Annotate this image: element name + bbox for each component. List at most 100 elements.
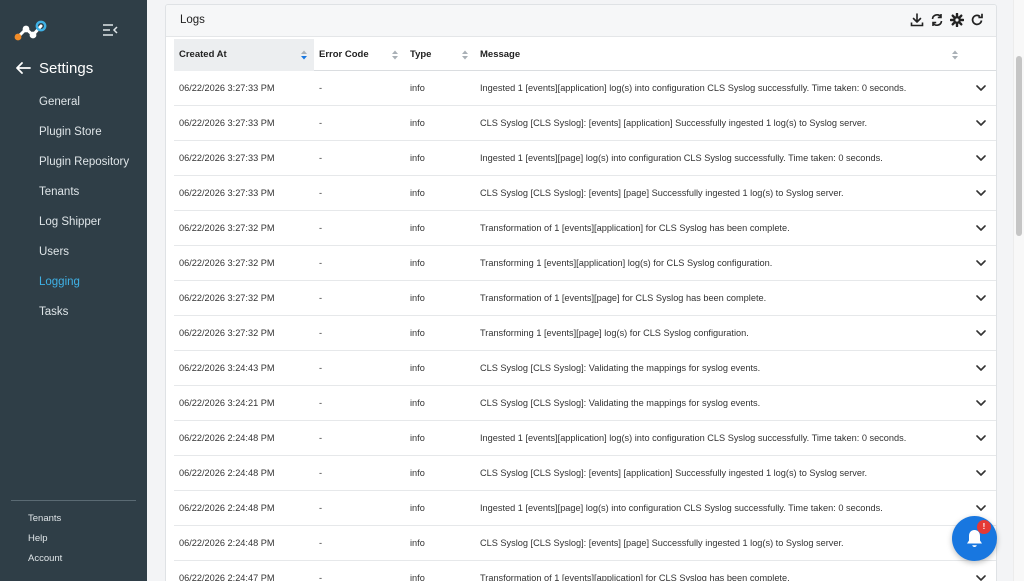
chevron-down-icon[interactable] — [976, 364, 986, 372]
cell-created-at: 06/22/2026 2:24:48 PM — [179, 468, 275, 478]
cell-error-code: - — [319, 188, 323, 198]
logs-toolbar — [910, 13, 984, 27]
logs-table-body: 06/22/2026 3:27:33 PM - info Ingested 1 [ev… — [174, 71, 996, 581]
settings-nav: General Plugin Store Plugin Repository T… — [0, 87, 147, 327]
sidebar-item-tenants[interactable]: Tenants — [0, 177, 147, 207]
sidebar-item-tasks[interactable]: Tasks — [0, 297, 147, 327]
logs-panel: Logs Created At Error Code Type Message … — [165, 4, 997, 581]
app-logo-icon[interactable] — [14, 19, 48, 43]
sidebar-item-general[interactable]: General — [0, 87, 147, 117]
notification-badge: ! — [977, 520, 991, 534]
cell-type: info — [410, 258, 425, 268]
cell-error-code: - — [319, 118, 323, 128]
cell-created-at: 06/22/2026 3:27:33 PM — [179, 118, 275, 128]
chevron-down-icon[interactable] — [976, 469, 986, 477]
cell-message: Transformation of 1 [events][application… — [480, 573, 790, 581]
column-header-type[interactable]: Type — [405, 39, 475, 71]
sort-icon — [392, 50, 398, 60]
chevron-down-icon[interactable] — [976, 84, 986, 92]
table-row[interactable]: 06/22/2026 2:24:48 PM - info CLS Syslog [CL… — [174, 456, 996, 491]
cell-created-at: 06/22/2026 3:27:32 PM — [179, 328, 275, 338]
cell-message: Transformation of 1 [events][page] for C… — [480, 293, 767, 303]
sidebar: Settings General Plugin Store Plugin Rep… — [0, 0, 147, 581]
cell-message: CLS Syslog [CLS Syslog]: [events] [appli… — [480, 118, 868, 128]
chevron-down-icon[interactable] — [976, 399, 986, 407]
cell-created-at: 06/22/2026 3:27:33 PM — [179, 83, 275, 93]
table-row[interactable]: 06/22/2026 3:27:32 PM - info Transforming 1… — [174, 246, 996, 281]
cell-message: CLS Syslog [CLS Syslog]: [events] [appli… — [480, 468, 868, 478]
sidebar-item-plugin-store[interactable]: Plugin Store — [0, 117, 147, 147]
cell-type: info — [410, 503, 425, 513]
cell-error-code: - — [319, 223, 323, 233]
table-row[interactable]: 06/22/2026 3:27:32 PM - info Transforming 1… — [174, 316, 996, 351]
notifications-button[interactable]: ! — [952, 516, 997, 561]
cell-message: Transforming 1 [events][application] log… — [480, 258, 773, 268]
column-header-message[interactable]: Message — [475, 39, 965, 71]
cell-created-at: 06/22/2026 3:24:43 PM — [179, 363, 275, 373]
arrow-left-icon — [16, 62, 31, 74]
cell-created-at: 06/22/2026 3:27:33 PM — [179, 153, 275, 163]
sidebar-item-plugin-repository[interactable]: Plugin Repository — [0, 147, 147, 177]
cell-created-at: 06/22/2026 2:24:48 PM — [179, 503, 275, 513]
cell-type: info — [410, 538, 425, 548]
chevron-down-icon[interactable] — [976, 189, 986, 197]
cell-type: info — [410, 118, 425, 128]
cell-created-at: 06/22/2026 3:27:32 PM — [179, 293, 275, 303]
table-row[interactable]: 06/22/2026 2:24:48 PM - info Ingested 1 [ev… — [174, 491, 996, 526]
chevron-down-icon[interactable] — [976, 434, 986, 442]
cell-error-code: - — [319, 328, 323, 338]
cell-error-code: - — [319, 573, 323, 581]
chevron-down-icon[interactable] — [976, 119, 986, 127]
chevron-down-icon[interactable] — [976, 259, 986, 267]
cell-error-code: - — [319, 153, 323, 163]
chevron-down-icon[interactable] — [976, 574, 986, 581]
table-row[interactable]: 06/22/2026 3:27:32 PM - info Transformation… — [174, 211, 996, 246]
sidebar-item-users[interactable]: Users — [0, 237, 147, 267]
sync-icon[interactable] — [930, 13, 944, 27]
scrollbar-thumb[interactable] — [1016, 56, 1022, 236]
cell-message: CLS Syslog [CLS Syslog]: [events] [page]… — [480, 538, 844, 548]
table-row[interactable]: 06/22/2026 3:27:33 PM - info Ingested 1 [ev… — [174, 141, 996, 176]
logs-table-header: Created At Error Code Type Message — [174, 39, 996, 71]
bottom-link-help[interactable]: Help — [0, 529, 147, 549]
table-row[interactable]: 06/22/2026 2:24:48 PM - info Ingested 1 [ev… — [174, 421, 996, 456]
sort-icon — [952, 50, 958, 60]
page-scrollbar[interactable] — [1013, 0, 1024, 581]
table-row[interactable]: 06/22/2026 3:24:21 PM - info CLS Syslog [CL… — [174, 386, 996, 421]
cell-message: Ingested 1 [events][application] log(s) … — [480, 83, 907, 93]
cell-created-at: 06/22/2026 2:24:47 PM — [179, 573, 275, 581]
cell-type: info — [410, 468, 425, 478]
collapse-sidebar-icon[interactable] — [101, 22, 119, 38]
bottom-link-account[interactable]: Account — [0, 549, 147, 569]
cell-error-code: - — [319, 258, 323, 268]
chevron-down-icon[interactable] — [976, 154, 986, 162]
settings-back-button[interactable]: Settings — [14, 58, 93, 78]
cell-created-at: 06/22/2026 3:27:32 PM — [179, 223, 275, 233]
cell-type: info — [410, 188, 425, 198]
table-row[interactable]: 06/22/2026 3:27:32 PM - info Transformation… — [174, 281, 996, 316]
chevron-down-icon[interactable] — [976, 294, 986, 302]
sidebar-item-logging[interactable]: Logging — [0, 267, 147, 297]
table-row[interactable]: 06/22/2026 3:27:33 PM - info Ingested 1 [ev… — [174, 71, 996, 106]
column-header-created-at[interactable]: Created At — [174, 39, 314, 71]
sort-desc-icon — [301, 50, 307, 60]
chevron-down-icon[interactable] — [976, 504, 986, 512]
sidebar-item-log-shipper[interactable]: Log Shipper — [0, 207, 147, 237]
table-row[interactable]: 06/22/2026 2:24:48 PM - info CLS Syslog [CL… — [174, 526, 996, 561]
download-icon[interactable] — [910, 13, 924, 27]
main-content: Logs Created At Error Code Type Message … — [147, 0, 1013, 581]
cell-type: info — [410, 83, 425, 93]
column-header-error-code[interactable]: Error Code — [314, 39, 405, 71]
sidebar-bottom-links: Tenants Help Account — [0, 509, 147, 569]
table-row[interactable]: 06/22/2026 3:27:33 PM - info CLS Syslog [CL… — [174, 176, 996, 211]
chevron-down-icon[interactable] — [976, 329, 986, 337]
table-row[interactable]: 06/22/2026 2:24:47 PM - info Transformation… — [174, 561, 996, 581]
settings-title: Settings — [39, 59, 94, 77]
table-row[interactable]: 06/22/2026 3:24:43 PM - info CLS Syslog [CL… — [174, 351, 996, 386]
refresh-icon[interactable] — [970, 13, 984, 27]
table-row[interactable]: 06/22/2026 3:27:33 PM - info CLS Syslog [CL… — [174, 106, 996, 141]
chevron-down-icon[interactable] — [976, 224, 986, 232]
cell-created-at: 06/22/2026 3:24:21 PM — [179, 398, 275, 408]
gear-icon[interactable] — [950, 13, 964, 27]
bottom-link-tenants[interactable]: Tenants — [0, 509, 147, 529]
